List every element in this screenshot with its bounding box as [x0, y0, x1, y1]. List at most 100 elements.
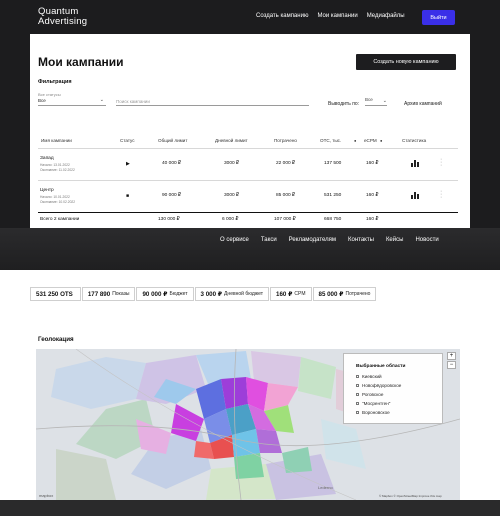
ecpm: 160 ₽ — [366, 193, 379, 198]
page-title: Мои кампании — [38, 55, 124, 69]
legend-item[interactable]: "Мосрентген" — [356, 401, 390, 406]
total-daily-limit: 6 000 ₽ — [222, 217, 239, 222]
header-status: Статус — [120, 138, 135, 143]
legend-item-label: Киевский — [362, 374, 382, 379]
status-select[interactable]: Все статусы Все ⌄ — [38, 92, 106, 106]
table-row[interactable]: Запад Начало: 13.01.2022 Окончание: 11.0… — [38, 148, 458, 180]
top-header: Quantum Advertising Создать кампанию Мои… — [0, 0, 500, 34]
logo-line-2: Advertising — [38, 16, 88, 27]
legend-item-label: Вороновское — [362, 410, 390, 415]
nav-my-campaigns[interactable]: Мои кампании — [317, 13, 357, 19]
zoom-in-button[interactable]: + — [447, 352, 456, 360]
more-vertical-icon[interactable]: · · · — [440, 188, 442, 201]
total-limit: 40 000 ₽ — [162, 161, 182, 166]
campaign-name: Запад — [40, 156, 54, 161]
nav-media-files[interactable]: Медиафайлы — [367, 13, 405, 19]
chevron-down-icon: ⌄ — [382, 98, 387, 104]
show-per-page-label: Выводить по: — [328, 101, 360, 107]
header-name: Имя кампании — [41, 138, 72, 143]
campaign-name: Центр — [40, 188, 54, 193]
footer-link-taxi[interactable]: Такси — [261, 237, 277, 243]
ecpm: 160 ₽ — [366, 161, 379, 166]
stat-spent: 85 000 ₽ Потрачено — [312, 287, 377, 301]
campaign-dates: Начало: 13.01.2022 Окончание: 11.02.2022 — [40, 163, 75, 173]
bar-chart-icon[interactable] — [411, 160, 419, 167]
total-ecpm: 160 ₽ — [366, 217, 379, 222]
stat-daily-budget: 3 000 ₽ Дневной бюджет — [194, 287, 270, 301]
campaign-search-input[interactable] — [116, 92, 309, 106]
header-total-limit: Общий лимит — [158, 138, 188, 143]
chevron-down-icon: ⌄ — [99, 97, 104, 103]
table-header: Имя кампании Статус Общий лимит Дневной … — [38, 138, 458, 148]
legend-item[interactable]: Роговское — [356, 392, 383, 397]
total-spent: 107 000 ₽ — [274, 217, 296, 222]
archive-link[interactable]: Архив кампаний — [404, 101, 442, 107]
stat-impressions: 177 890 Показы — [81, 287, 136, 301]
nav-create-campaign[interactable]: Создать кампанию — [256, 13, 308, 19]
more-vertical-icon[interactable]: · · · — [440, 156, 442, 169]
stat-value: 90 000 ₽ — [142, 290, 168, 298]
create-campaign-button[interactable]: Создать новую кампанию — [356, 54, 456, 70]
legend-item-label: Роговское — [362, 392, 384, 397]
total-limit: 90 000 ₽ — [162, 193, 182, 198]
mapbox-logo: mapbox — [39, 493, 54, 498]
stat-value: 177 890 — [87, 290, 111, 298]
stat-cpm: 160 ₽ CPM — [270, 287, 312, 301]
exit-button[interactable]: Выйти — [422, 10, 455, 25]
checkbox-icon — [356, 384, 359, 387]
checkbox-icon — [356, 375, 359, 378]
stat-ots: 531 250 OTS — [30, 287, 81, 301]
checkbox-icon — [356, 411, 359, 414]
logo[interactable]: Quantum Advertising — [38, 7, 87, 27]
legend-item[interactable]: Киевский — [356, 374, 382, 379]
stat-label: Показы — [112, 291, 130, 297]
footer-link-contacts[interactable]: Контакты — [348, 237, 374, 243]
stat-value: 85 000 ₽ — [318, 290, 344, 298]
footer-nav: О сервисе Такси Рекламодателям Контакты … — [220, 237, 439, 243]
top-nav: Создать кампанию Мои кампании Медиафайлы — [256, 13, 405, 19]
footer-link-news[interactable]: Новости — [415, 237, 438, 243]
legend-item[interactable]: Новофёдоровское — [356, 383, 401, 388]
campaign-dates: Начало: 10.01.2022 Окончание: 10.02.2022 — [40, 195, 75, 205]
footer-link-cases[interactable]: Кейсы — [386, 237, 404, 243]
table-row[interactable]: Центр Начало: 10.01.2022 Окончание: 10.0… — [38, 180, 458, 212]
header-spent: Потрачено — [274, 138, 297, 143]
stat-label: CPM — [294, 291, 306, 297]
show-per-page-value: Все — [365, 97, 373, 102]
total-label: Всего 2 кампании — [40, 217, 80, 222]
spent: 85 000 ₽ — [276, 193, 296, 198]
campaign-end: Окончание: 11.02.2022 — [40, 168, 75, 172]
map-attribution[interactable]: © Mapbox © OpenStreetMap Improve this ma… — [379, 494, 442, 498]
spent: 22 000 ₽ — [276, 161, 296, 166]
header-daily-limit: Дневной лимит — [215, 138, 248, 143]
campaigns-card: Мои кампании Создать новую кампанию Филь… — [30, 34, 470, 228]
legend-item[interactable]: Вороновское — [356, 410, 390, 415]
header-ecpm: eCPM — [364, 138, 377, 143]
stop-icon[interactable]: ■ — [126, 193, 129, 199]
legend-item-label: "Мосрентген" — [362, 401, 391, 406]
geolocation-title: Геолокация — [38, 336, 74, 343]
stat-value: 531 250 OTS — [36, 290, 73, 298]
total-otc: 668 750 — [324, 217, 342, 222]
zoom-out-button[interactable]: − — [447, 361, 456, 369]
show-per-page-select[interactable]: Все ⌄ — [365, 97, 387, 106]
otc: 531 250 — [324, 193, 342, 198]
footer-link-about[interactable]: О сервисе — [220, 237, 249, 243]
filter-title: Фильтрация — [38, 79, 72, 85]
info-icon: ● — [380, 138, 383, 143]
bar-chart-icon[interactable] — [411, 192, 419, 199]
stat-budget: 90 000 ₽ Бюджет — [136, 287, 194, 301]
checkbox-icon — [356, 393, 359, 396]
header-statistics: Статистика — [402, 138, 427, 143]
stat-label: Бюджет — [169, 291, 188, 297]
status-select-value: Все — [38, 98, 46, 103]
campaign-detail-section: 531 250 OTS 177 890 Показы 90 000 ₽ Бюдж… — [0, 270, 500, 500]
legend-item-label: Новофёдоровское — [362, 383, 402, 388]
footer-link-advertisers[interactable]: Рекламодателям — [289, 237, 336, 243]
geo-map[interactable]: Выбранные области Киевский Новофёдоровск… — [36, 349, 460, 500]
checkbox-icon — [356, 402, 359, 405]
play-icon[interactable]: ▶ — [126, 161, 130, 167]
map-legend: Выбранные области Киевский Новофёдоровск… — [343, 353, 443, 424]
campaigns-table: Имя кампании Статус Общий лимит Дневной … — [38, 138, 458, 226]
stat-value: 160 ₽ — [276, 290, 293, 298]
